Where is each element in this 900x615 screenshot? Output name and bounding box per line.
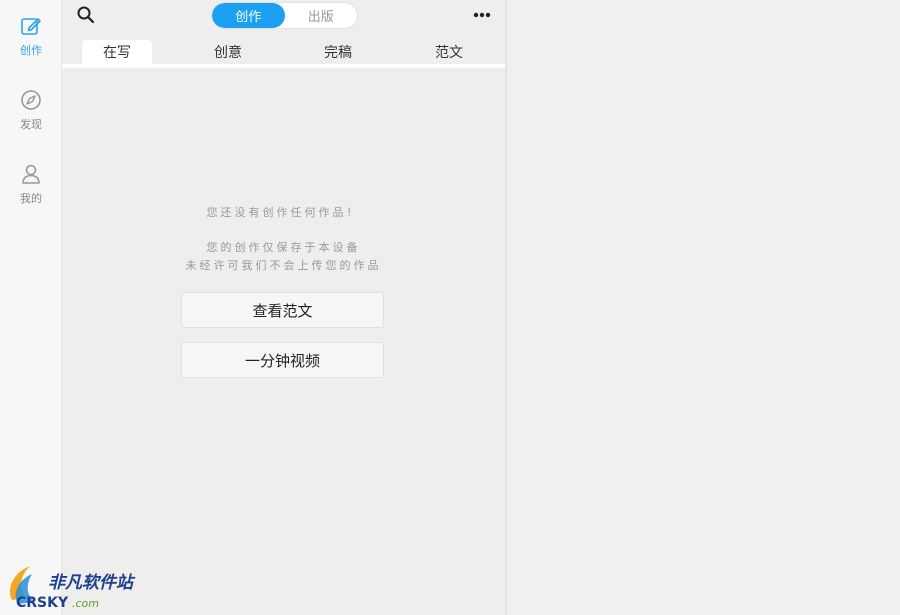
empty-note-1: 您的创作仅保存于本设备 [206,241,361,254]
view-samples-button[interactable]: 查看范文 [181,292,384,328]
one-minute-video-button[interactable]: 一分钟视频 [181,342,384,378]
sidebar-item-label: 创作 [20,44,42,57]
more-icon[interactable] [472,8,492,22]
tab-underline [62,64,505,68]
main-panel: 创作 出版 在写 创意 完稿 范文 您还没有创作任何作品！ 您的创作仅保存于本设… [62,0,505,615]
segment-create[interactable]: 创作 [212,3,285,28]
tab-ideas[interactable]: 创意 [193,40,263,64]
tab-writing[interactable]: 在写 [82,40,152,64]
tab-finished[interactable]: 完稿 [303,40,373,64]
mode-switch: 创作 出版 [211,2,358,29]
watermark-en: CRSKY [16,595,69,611]
segment-publish[interactable]: 出版 [285,3,358,28]
sidebar-item-discover[interactable]: 发现 [0,88,62,144]
empty-note-2: 未经许可我们不会上传您的作品 [185,259,382,272]
search-icon[interactable] [76,5,96,25]
sidebar-item-create[interactable]: 创作 [0,14,62,70]
compass-icon [21,90,41,110]
topbar: 创作 出版 [62,0,505,34]
sidebar-item-me[interactable]: 我的 [0,162,62,218]
sidebar-item-label: 我的 [20,192,42,205]
edit-icon [21,18,41,35]
sidebar: 创作 发现 我的 [0,0,62,615]
tab-samples[interactable]: 范文 [414,40,484,64]
sidebar-item-label: 发现 [20,118,42,131]
watermark-tld: .com [72,597,99,610]
watermark-logo: 非凡软件站 CRSKY .com [10,566,136,611]
watermark-cn: 非凡软件站 [48,573,136,593]
user-icon [22,164,40,184]
content-area [507,0,900,615]
empty-title: 您还没有创作任何作品！ [206,206,361,219]
